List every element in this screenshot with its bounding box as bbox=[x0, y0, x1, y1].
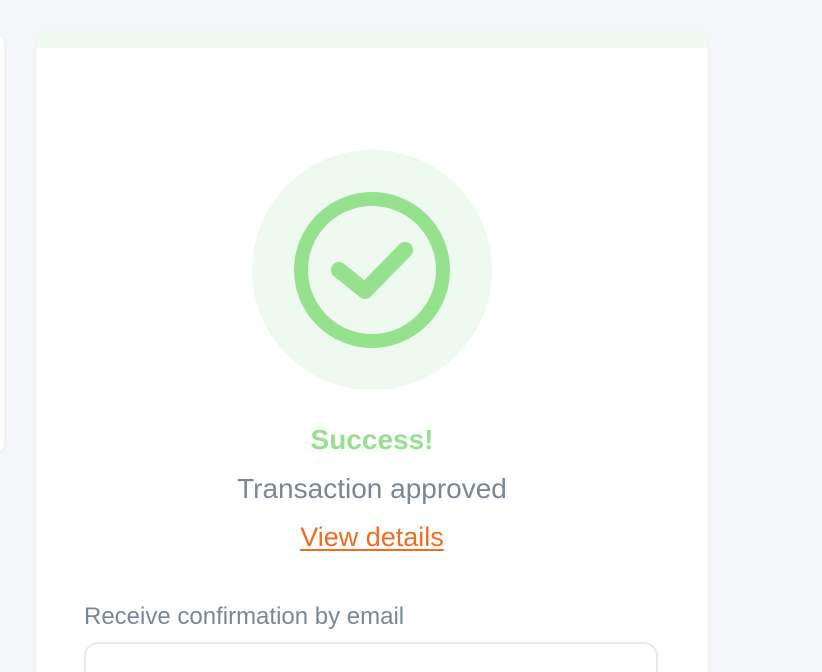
email-field[interactable] bbox=[84, 642, 658, 672]
success-icon-halo bbox=[252, 150, 492, 390]
transaction-result-card: Success! Transaction approved View detai… bbox=[36, 32, 708, 672]
check-circle-icon bbox=[294, 192, 450, 348]
details-link-container: View details bbox=[36, 522, 708, 553]
email-confirmation-label: Receive confirmation by email bbox=[84, 603, 405, 630]
success-title: Success! bbox=[310, 424, 434, 455]
left-panel bbox=[0, 36, 4, 452]
card-accent-bar bbox=[36, 32, 708, 48]
transaction-status-message: Transaction approved bbox=[237, 473, 507, 504]
view-details-link[interactable]: View details bbox=[300, 522, 444, 552]
